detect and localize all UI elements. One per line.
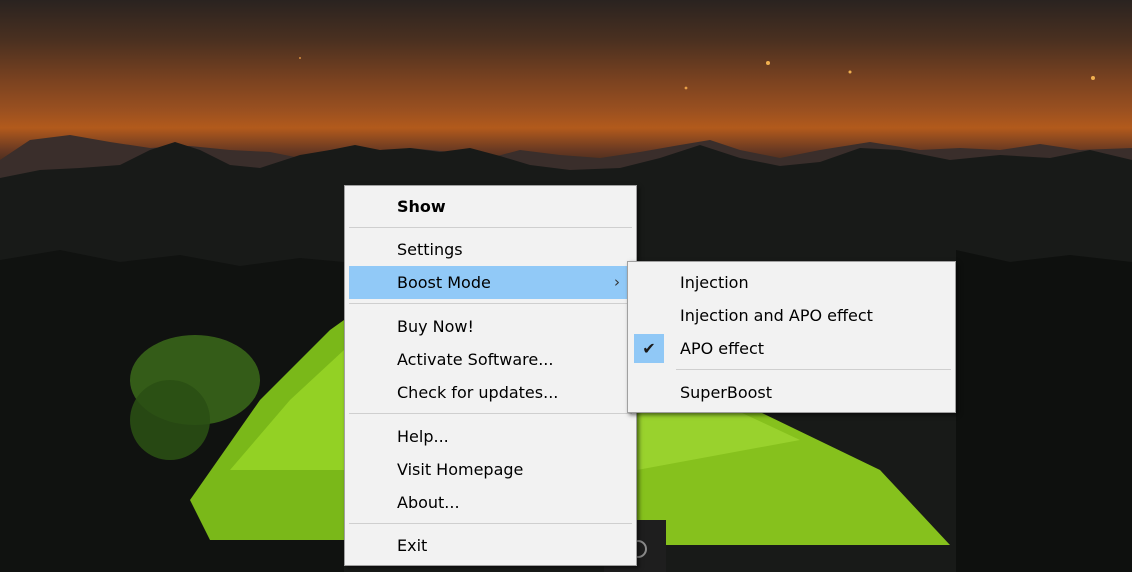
submenu-item-apo-effect[interactable]: ✔ APO effect (632, 332, 951, 365)
menu-item-visit-homepage-label: Visit Homepage (397, 460, 524, 479)
submenu-item-superboost-label: SuperBoost (680, 383, 773, 402)
submenu-item-apo-effect-label: APO effect (680, 339, 765, 358)
menu-item-about[interactable]: About... (349, 486, 632, 519)
menu-separator (349, 523, 632, 524)
menu-item-exit[interactable]: Exit (349, 529, 632, 562)
menu-item-check-updates[interactable]: Check for updates... (349, 376, 632, 409)
menu-item-visit-homepage[interactable]: Visit Homepage (349, 453, 632, 486)
menu-separator (676, 369, 951, 370)
menu-item-activate-software[interactable]: Activate Software... (349, 343, 632, 376)
menu-item-show[interactable]: Show (349, 190, 632, 223)
menu-item-help[interactable]: Help... (349, 420, 632, 453)
menu-item-settings[interactable]: Settings (349, 233, 632, 266)
tray-context-menu: Show Settings Boost Mode › Buy Now! Acti… (344, 185, 637, 566)
menu-separator (349, 413, 632, 414)
submenu-item-injection-label: Injection (680, 273, 749, 292)
chevron-right-icon: › (614, 273, 620, 291)
boost-mode-submenu: Injection Injection and APO effect ✔ APO… (627, 261, 956, 413)
submenu-item-injection-apo[interactable]: Injection and APO effect (632, 299, 951, 332)
menu-item-boost-mode-label: Boost Mode (397, 273, 491, 292)
menu-separator (349, 303, 632, 304)
checkmark-icon: ✔ (634, 334, 664, 363)
menu-item-about-label: About... (397, 493, 460, 512)
menu-item-boost-mode[interactable]: Boost Mode › (349, 266, 632, 299)
menu-item-activate-label: Activate Software... (397, 350, 554, 369)
menu-item-settings-label: Settings (397, 240, 463, 259)
submenu-item-superboost[interactable]: SuperBoost (632, 376, 951, 409)
menu-item-buy-now[interactable]: Buy Now! (349, 310, 632, 343)
menu-item-buy-now-label: Buy Now! (397, 317, 474, 336)
menu-item-check-updates-label: Check for updates... (397, 383, 559, 402)
menu-item-show-label: Show (397, 197, 446, 216)
menu-item-help-label: Help... (397, 427, 449, 446)
menu-item-exit-label: Exit (397, 536, 428, 555)
menu-separator (349, 227, 632, 228)
submenu-item-injection-apo-label: Injection and APO effect (680, 306, 873, 325)
submenu-item-injection[interactable]: Injection (632, 266, 951, 299)
